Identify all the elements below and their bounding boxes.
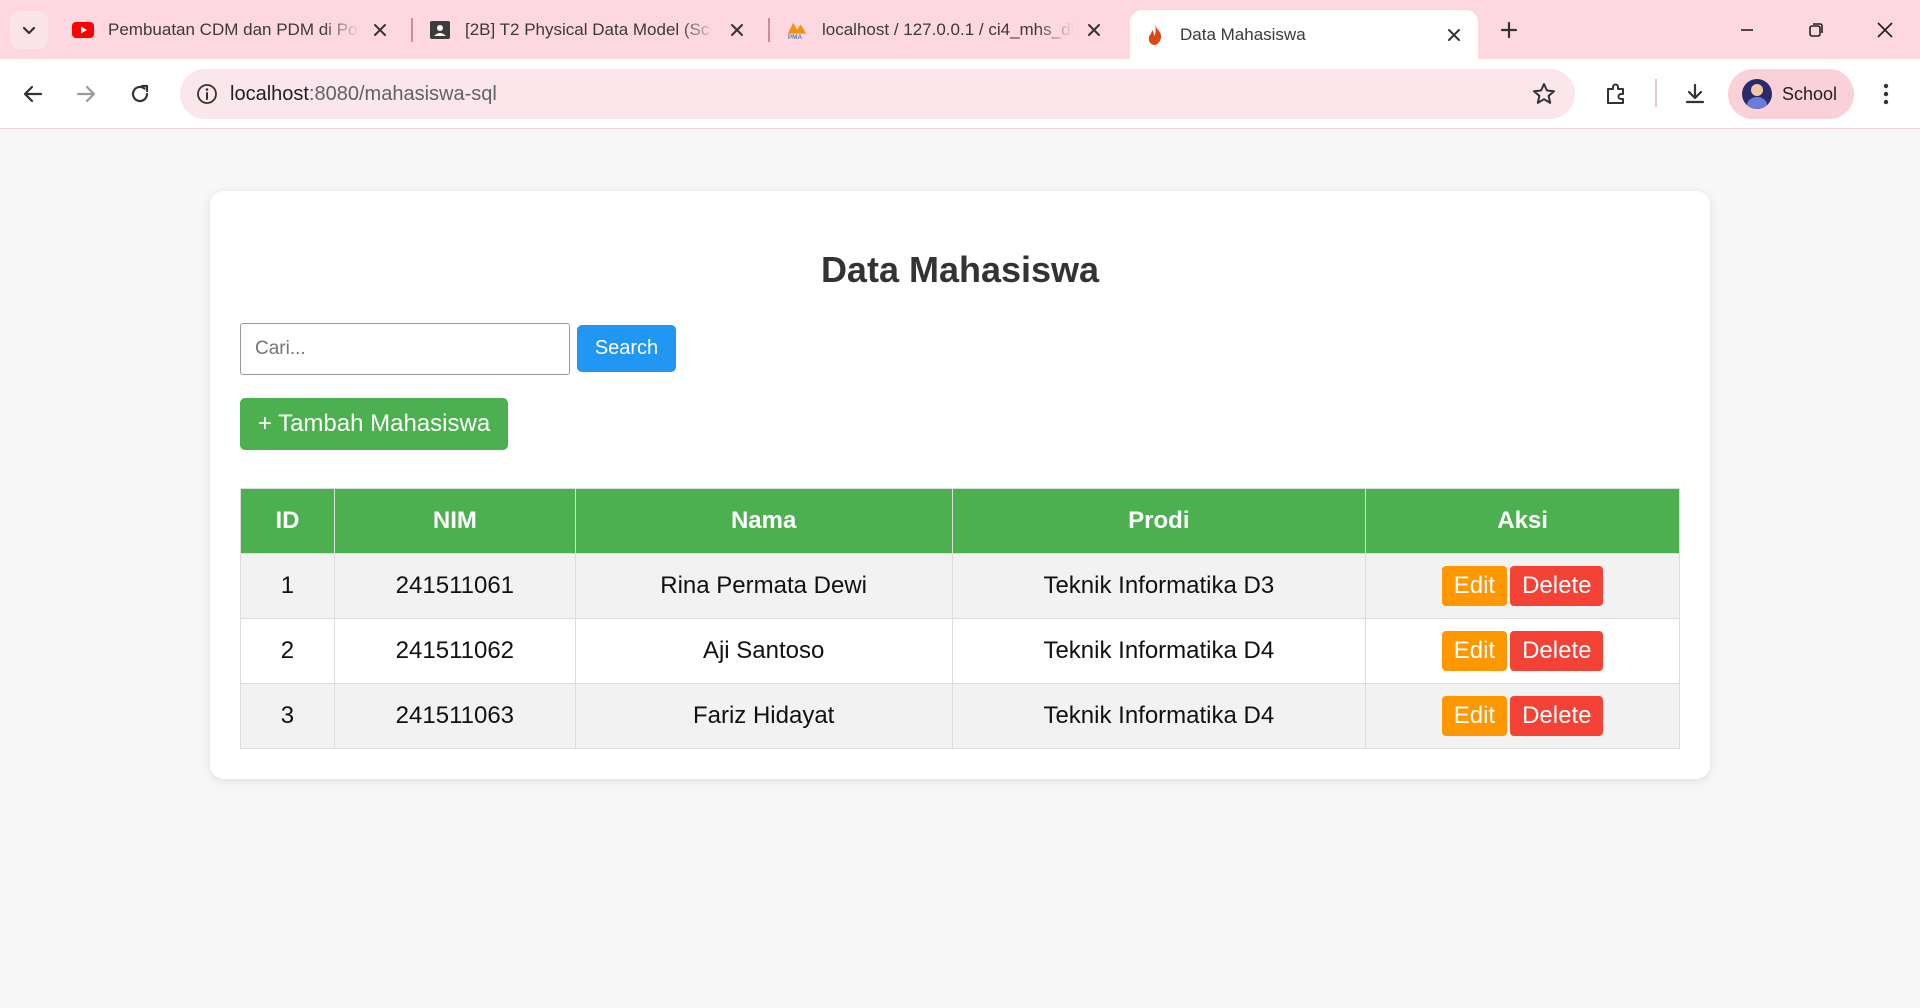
reload-icon <box>131 84 149 103</box>
delete-button[interactable]: Delete <box>1510 566 1604 606</box>
tab-title: localhost / 127.0.0.1 / ci4_mhs_db <box>822 20 1074 39</box>
cell-nim: 241511063 <box>333 683 576 749</box>
table-header-row: ID NIM Nama Prodi Aksi <box>240 488 1680 554</box>
restore-icon <box>1809 23 1823 37</box>
cell-id: 3 <box>240 683 335 749</box>
close-window-button[interactable] <box>1862 8 1908 52</box>
cell-aksi: Edit Delete <box>1365 553 1680 619</box>
profile-button[interactable]: School <box>1728 69 1854 119</box>
mahasiswa-table: ID NIM Nama Prodi Aksi 1 241511061 Rina … <box>240 488 1680 749</box>
site-info-icon[interactable] <box>194 81 220 107</box>
cell-aksi: Edit Delete <box>1365 683 1680 749</box>
search-input[interactable] <box>240 323 570 375</box>
tab-youtube[interactable]: Pembuatan CDM dan PDM di PowerDesigner <box>58 10 404 50</box>
cell-nama: Fariz Hidayat <box>574 683 953 749</box>
cell-nama: Aji Santoso <box>574 618 953 684</box>
tab-divider <box>768 18 770 42</box>
close-tab-icon[interactable] <box>368 18 392 42</box>
phpmyadmin-icon: PMA <box>786 19 808 41</box>
close-tab-icon[interactable] <box>1082 18 1106 42</box>
extensions-button[interactable] <box>1596 74 1636 114</box>
cell-prodi: Teknik Informatika D4 <box>951 683 1367 749</box>
tab-divider <box>411 18 413 42</box>
youtube-icon <box>72 19 94 41</box>
cell-nim: 241511061 <box>333 553 576 619</box>
new-tab-button[interactable] <box>1490 11 1528 49</box>
edit-button[interactable]: Edit <box>1441 631 1508 671</box>
address-bar[interactable]: localhost:8080/mahasiswa-sql <box>180 69 1575 119</box>
tab-title: Data Mahasiswa <box>1180 24 1306 44</box>
tab-search-button[interactable] <box>10 11 48 49</box>
bookmark-star-icon[interactable] <box>1531 81 1557 107</box>
toolbar-divider <box>1655 79 1657 107</box>
avatar <box>1742 79 1772 109</box>
column-header-nama: Nama <box>574 488 953 554</box>
close-icon <box>1877 22 1893 38</box>
tab-title: Pembuatan CDM dan PDM di PowerDesigner <box>108 20 360 39</box>
back-button[interactable] <box>13 74 53 114</box>
url-text[interactable]: localhost:8080/mahasiswa-sql <box>230 83 497 106</box>
puzzle-icon <box>1607 83 1624 104</box>
downloads-button[interactable] <box>1675 74 1715 114</box>
column-header-aksi: Aksi <box>1365 488 1680 554</box>
table-row: 1 241511061 Rina Permata Dewi Teknik Inf… <box>240 553 1680 619</box>
cell-nama: Rina Permata Dewi <box>574 553 953 619</box>
edit-button[interactable]: Edit <box>1441 566 1508 606</box>
page-title: Data Mahasiswa <box>820 249 1100 290</box>
cell-prodi: Teknik Informatika D3 <box>951 553 1367 619</box>
menu-button[interactable] <box>1866 74 1906 114</box>
column-header-id: ID <box>240 488 335 554</box>
tab-strip: Pembuatan CDM dan PDM di PowerDesigner [… <box>0 0 1920 59</box>
cell-nim: 241511062 <box>333 618 576 684</box>
cell-aksi: Edit Delete <box>1365 618 1680 684</box>
cell-id: 2 <box>240 618 335 684</box>
minimize-icon <box>1741 29 1753 31</box>
download-icon <box>1685 83 1705 104</box>
url-path: :8080/mahasiswa-sql <box>308 82 497 105</box>
search-button[interactable]: Search <box>577 325 676 372</box>
classroom-icon <box>429 19 451 41</box>
tab-data-mahasiswa[interactable]: Data Mahasiswa <box>1130 10 1478 59</box>
table-row: 2 241511062 Aji Santoso Teknik Informati… <box>240 618 1680 684</box>
arrow-right-icon <box>76 85 96 103</box>
reload-button[interactable] <box>120 74 160 114</box>
more-vert-icon <box>1883 83 1889 105</box>
browser-toolbar: localhost:8080/mahasiswa-sql School <box>0 59 1920 129</box>
column-header-nim: NIM <box>333 488 576 554</box>
profile-name: School <box>1782 83 1838 104</box>
add-mahasiswa-button[interactable]: + Tambah Mahasiswa <box>240 398 508 450</box>
content-card: Data Mahasiswa Search + Tambah Mahasiswa… <box>210 191 1710 779</box>
close-tab-icon[interactable] <box>725 18 749 42</box>
tab-title: [2B] T2 Physical Data Model (Sc <box>465 20 710 39</box>
url-host: localhost <box>230 82 309 105</box>
delete-button[interactable]: Delete <box>1510 696 1604 736</box>
edit-button[interactable]: Edit <box>1441 696 1508 736</box>
codeigniter-flame-icon <box>1144 24 1166 46</box>
table-row: 3 241511063 Fariz Hidayat Teknik Informa… <box>240 683 1680 749</box>
restore-button[interactable] <box>1793 8 1839 52</box>
cell-prodi: Teknik Informatika D4 <box>951 618 1367 684</box>
plus-icon <box>1500 21 1518 39</box>
forward-button[interactable] <box>66 74 106 114</box>
chevron-down-icon <box>22 26 36 35</box>
minimize-button[interactable] <box>1724 8 1770 52</box>
cell-id: 1 <box>240 553 335 619</box>
svg-text:PMA: PMA <box>788 34 803 40</box>
arrow-left-icon <box>23 85 43 103</box>
tab-phpmyadmin[interactable]: PMA localhost / 127.0.0.1 / ci4_mhs_db <box>772 10 1118 50</box>
delete-button[interactable]: Delete <box>1510 631 1604 671</box>
tab-physical-data-model[interactable]: [2B] T2 Physical Data Model (Sc <box>415 10 761 50</box>
close-tab-icon[interactable] <box>1442 23 1466 47</box>
column-header-prodi: Prodi <box>951 488 1367 554</box>
